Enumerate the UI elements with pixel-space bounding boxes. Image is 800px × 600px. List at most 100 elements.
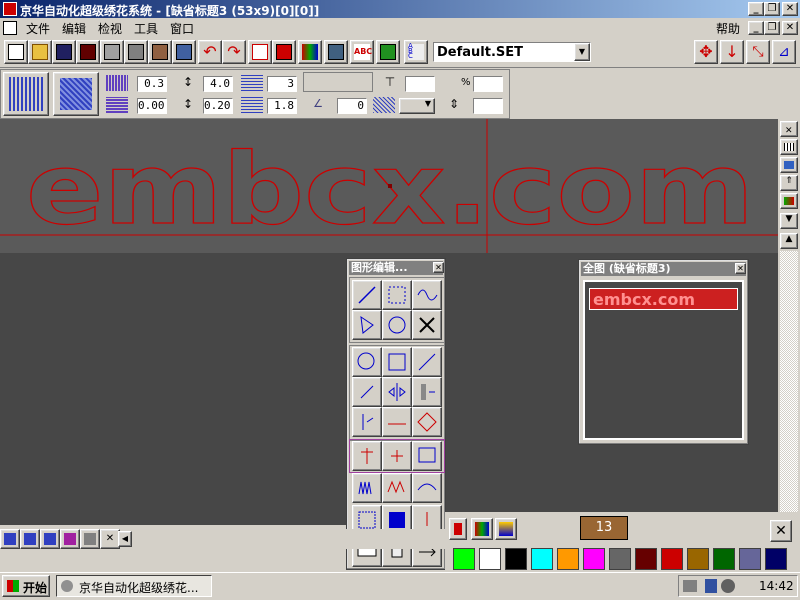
circle-tool[interactable] (352, 347, 382, 377)
overview-viewport[interactable]: embcx.com (583, 280, 744, 440)
up-button[interactable]: ⇑ (780, 175, 798, 191)
view-mode-2-button[interactable] (20, 529, 40, 549)
stitch-length-field[interactable]: 4.0 (203, 76, 233, 92)
app-icon[interactable] (3, 2, 17, 16)
curve-tool[interactable] (412, 280, 442, 310)
keyboard-icon[interactable] (683, 580, 697, 592)
tatami-stitch-button[interactable] (53, 72, 99, 116)
task-button[interactable]: 京华自动化超级绣花... (56, 575, 212, 597)
print-button[interactable] (100, 40, 124, 64)
menu-tools[interactable]: 工具 (134, 20, 158, 37)
spacing-field[interactable]: 0.20 (203, 98, 233, 114)
color-swatch[interactable] (479, 548, 501, 570)
lock-color-button[interactable] (449, 518, 467, 540)
color-table-button[interactable] (471, 518, 493, 540)
minimize-button[interactable]: _ (748, 2, 764, 16)
horizontal-scrollbar-track[interactable] (132, 531, 344, 547)
color-sort-button[interactable] (495, 518, 517, 540)
color-swatch[interactable] (505, 548, 527, 570)
menu-window[interactable]: 窗口 (170, 20, 194, 37)
menu-help[interactable]: 帮助 (716, 20, 740, 37)
volume-icon[interactable] (721, 579, 735, 593)
scroll-down-button[interactable]: ▼ (780, 213, 798, 229)
view-3d-button[interactable] (324, 40, 348, 64)
rectangle-tool[interactable] (382, 347, 412, 377)
color-swatch[interactable] (661, 548, 683, 570)
view-mode-4-button[interactable] (60, 529, 80, 549)
new-button[interactable] (4, 40, 28, 64)
redo-button[interactable]: ↷ (222, 40, 246, 64)
menu-view[interactable]: 检视 (98, 20, 122, 37)
stitch-list-button[interactable] (272, 40, 296, 64)
menu-edit[interactable]: 编辑 (62, 20, 86, 37)
close-view-button[interactable]: ✕ (780, 121, 798, 137)
color-swatch[interactable] (687, 548, 709, 570)
pull-comp-field[interactable]: 1.8 (267, 98, 297, 114)
rotate-tool[interactable] (382, 310, 412, 340)
restore-button[interactable]: ❐ (764, 2, 780, 16)
frame-button[interactable]: ⊿ (772, 40, 796, 64)
text-button[interactable]: ABC (350, 40, 374, 64)
scale-field[interactable] (473, 76, 503, 92)
color-swatch[interactable] (713, 548, 735, 570)
zigzag-tool[interactable] (382, 473, 412, 503)
view-mode-5-button[interactable] (80, 529, 100, 549)
undo-button[interactable]: ↶ (198, 40, 222, 64)
split-tool[interactable] (352, 407, 382, 437)
line-tool[interactable] (352, 280, 382, 310)
color-swatch[interactable] (557, 548, 579, 570)
open-button[interactable] (28, 40, 52, 64)
density-field[interactable]: 0.3 (137, 76, 167, 92)
disk-write-button[interactable] (172, 40, 196, 64)
zoom-button[interactable] (248, 40, 272, 64)
underlay-field[interactable]: 3 (267, 76, 297, 92)
vertical-scrollbar-track[interactable] (780, 251, 798, 525)
palette-close-button[interactable]: ✕ (433, 262, 444, 273)
machine-button[interactable] (124, 40, 148, 64)
trim-button[interactable]: ⤡ (746, 40, 770, 64)
color-view-button[interactable] (780, 193, 798, 209)
color-swatch[interactable] (609, 548, 631, 570)
diamond-tool[interactable] (412, 407, 442, 437)
satin-run-tool[interactable] (352, 473, 382, 503)
doc-minimize-button[interactable]: _ (748, 21, 764, 35)
chevron-down-icon[interactable]: ▼ (574, 43, 590, 61)
mirror-tool[interactable] (382, 377, 412, 407)
colorbar-close-button[interactable]: ✕ (770, 520, 792, 542)
doc-restore-button[interactable]: ❐ (764, 21, 780, 35)
colors-button[interactable] (298, 40, 322, 64)
menu-file[interactable]: 文件 (26, 20, 50, 37)
save-button[interactable] (52, 40, 76, 64)
view-button[interactable] (780, 157, 798, 173)
wave-tool[interactable] (412, 473, 442, 503)
view-mode-1-button[interactable] (0, 529, 20, 549)
align-tool[interactable] (412, 377, 442, 407)
color-swatch[interactable] (531, 548, 553, 570)
scroll-left-button[interactable]: ◀ (118, 531, 132, 547)
grid-button[interactable] (780, 139, 798, 155)
design-text[interactable]: embcx.com (25, 132, 754, 247)
color-swatch[interactable] (453, 548, 475, 570)
abc-list-button[interactable]: ABC (404, 40, 428, 64)
scroll-up-button[interactable]: ▲ (780, 233, 798, 249)
stitch-frame-tool[interactable] (412, 441, 442, 471)
settings-file-select[interactable]: Default.SET ▼ (433, 42, 591, 62)
disk-read-button[interactable] (148, 40, 172, 64)
needle-button[interactable]: ↓ (720, 40, 744, 64)
stitch-in-tool[interactable] (352, 441, 382, 471)
compensation-field[interactable]: 0.00 (137, 98, 167, 114)
pattern-select[interactable]: ▼ (399, 98, 435, 114)
start-button[interactable]: 开始 (2, 575, 50, 597)
node-edit-tool[interactable] (352, 310, 382, 340)
document-icon[interactable] (3, 21, 17, 35)
select-tool[interactable] (382, 280, 412, 310)
arrow-tool[interactable] (412, 347, 442, 377)
view-mode-6-button[interactable]: ✕ (100, 529, 120, 549)
current-color-index[interactable]: 13 (580, 516, 628, 540)
overview-close-button[interactable]: ✕ (735, 263, 746, 274)
measure-tool[interactable] (382, 407, 412, 437)
delete-tool[interactable] (412, 310, 442, 340)
color-swatch[interactable] (583, 548, 605, 570)
margin-field[interactable] (405, 76, 435, 92)
digitize-button[interactable] (376, 40, 400, 64)
